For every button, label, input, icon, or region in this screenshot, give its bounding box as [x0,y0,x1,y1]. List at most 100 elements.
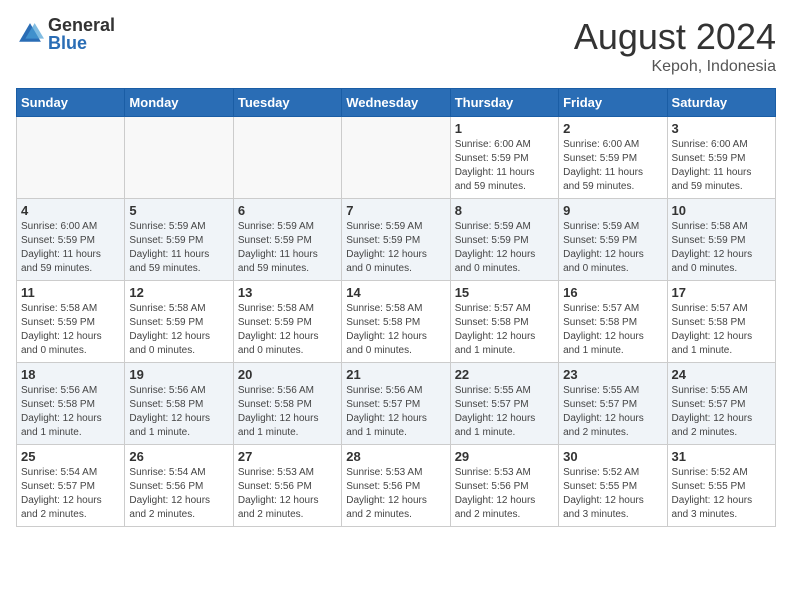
calendar-day-cell: 7 Sunrise: 5:59 AM Sunset: 5:59 PM Daylig… [342,199,450,281]
calendar-day-cell: 21Sunrise: 5:56 AM Sunset: 5:57 PM Dayli… [342,363,450,445]
month-title: August 2024 [574,16,776,58]
calendar-day-cell: 25 Sunrise: 5:54 AM Sunset: 5:57 PM Dayli… [17,445,125,527]
calendar-day-cell: 23Sunrise: 5:55 AM Sunset: 5:57 PM Dayli… [559,363,667,445]
logo-blue-text: Blue [48,34,115,52]
calendar-day-cell: 20 Sunrise: 5:56 AM Sunset: 5:58 PM Dayli… [233,363,341,445]
calendar-day-cell: 18 Sunrise: 5:56 AM Sunset: 5:58 PM Dayli… [17,363,125,445]
page-header: General Blue August 2024 Kepoh, Indonesi… [16,16,776,76]
calendar-day-cell: 30 Sunrise: 5:52 AM Sunset: 5:55 PM Dayli… [559,445,667,527]
day-number: 9 [563,203,662,218]
calendar-day-cell: 11 Sunrise: 5:58 AM Sunset: 5:59 PM Dayli… [17,281,125,363]
calendar-day-cell: 24 Sunrise: 5:55 AM Sunset: 5:57 PM Dayli… [667,363,775,445]
calendar-day-cell: 9Sunrise: 5:59 AM Sunset: 5:59 PM Daylig… [559,199,667,281]
calendar-week-row: 11 Sunrise: 5:58 AM Sunset: 5:59 PM Dayli… [17,281,776,363]
day-number: 10 [672,203,771,218]
weekday-header: Monday [125,89,233,117]
day-info: Sunrise: 5:58 AM Sunset: 5:59 PM Dayligh… [129,302,228,358]
day-info: Sunrise: 5:53 AM Sunset: 5:56 PM Dayligh… [455,466,554,522]
day-number: 7 [346,203,445,218]
calendar-day-cell: 10 Sunrise: 5:58 AM Sunset: 5:59 PM Dayli… [667,199,775,281]
day-info: Sunrise: 5:56 AM Sunset: 5:58 PM Dayligh… [21,384,120,440]
calendar-day-cell: 17 Sunrise: 5:57 AM Sunset: 5:58 PM Dayli… [667,281,775,363]
day-info: Sunrise: 5:58 AM Sunset: 5:59 PM Dayligh… [21,302,120,358]
day-info: Sunrise: 5:54 AM Sunset: 5:57 PM Dayligh… [21,466,120,522]
day-number: 4 [21,203,120,218]
day-number: 31 [672,449,771,464]
day-info: Sunrise: 5:56 AM Sunset: 5:58 PM Dayligh… [238,384,337,440]
day-number: 28 [346,449,445,464]
calendar-day-cell: 13Sunrise: 5:58 AM Sunset: 5:59 PM Dayli… [233,281,341,363]
day-info: Sunrise: 5:55 AM Sunset: 5:57 PM Dayligh… [563,384,662,440]
day-info: Sunrise: 5:57 AM Sunset: 5:58 PM Dayligh… [563,302,662,358]
calendar-day-cell: 3Sunrise: 6:00 AM Sunset: 5:59 PM Daylig… [667,117,775,199]
calendar-day-cell: 6 Sunrise: 5:59 AM Sunset: 5:59 PM Daylig… [233,199,341,281]
day-number: 19 [129,367,228,382]
weekday-header: Friday [559,89,667,117]
calendar-day-cell [233,117,341,199]
day-info: Sunrise: 5:56 AM Sunset: 5:58 PM Dayligh… [129,384,228,440]
day-number: 16 [563,285,662,300]
day-info: Sunrise: 5:57 AM Sunset: 5:58 PM Dayligh… [455,302,554,358]
day-number: 24 [672,367,771,382]
calendar-day-cell: 12Sunrise: 5:58 AM Sunset: 5:59 PM Dayli… [125,281,233,363]
calendar-day-cell: 4 Sunrise: 6:00 AM Sunset: 5:59 PM Daylig… [17,199,125,281]
day-number: 13 [238,285,337,300]
calendar-day-cell: 15 Sunrise: 5:57 AM Sunset: 5:58 PM Dayli… [450,281,558,363]
calendar-day-cell: 14 Sunrise: 5:58 AM Sunset: 5:58 PM Dayli… [342,281,450,363]
calendar-day-cell: 31 Sunrise: 5:52 AM Sunset: 5:55 PM Dayli… [667,445,775,527]
logo-general-text: General [48,16,115,34]
weekday-header: Wednesday [342,89,450,117]
day-number: 17 [672,285,771,300]
day-info: Sunrise: 5:59 AM Sunset: 5:59 PM Dayligh… [346,220,445,276]
calendar-day-cell: 5Sunrise: 5:59 AM Sunset: 5:59 PM Daylig… [125,199,233,281]
title-block: August 2024 Kepoh, Indonesia [574,16,776,76]
day-number: 27 [238,449,337,464]
calendar-day-cell: 8 Sunrise: 5:59 AM Sunset: 5:59 PM Daylig… [450,199,558,281]
day-info: Sunrise: 5:59 AM Sunset: 5:59 PM Dayligh… [238,220,337,276]
logo: General Blue [16,16,115,52]
day-info: Sunrise: 5:59 AM Sunset: 5:59 PM Dayligh… [455,220,554,276]
calendar-day-cell: 22Sunrise: 5:55 AM Sunset: 5:57 PM Dayli… [450,363,558,445]
day-info: Sunrise: 5:52 AM Sunset: 5:55 PM Dayligh… [672,466,771,522]
location: Kepoh, Indonesia [574,58,776,76]
calendar-day-cell: 28 Sunrise: 5:53 AM Sunset: 5:56 PM Dayli… [342,445,450,527]
day-info: Sunrise: 5:59 AM Sunset: 5:59 PM Dayligh… [129,220,228,276]
day-info: Sunrise: 5:53 AM Sunset: 5:56 PM Dayligh… [346,466,445,522]
day-info: Sunrise: 5:53 AM Sunset: 5:56 PM Dayligh… [238,466,337,522]
weekday-header: Saturday [667,89,775,117]
day-number: 30 [563,449,662,464]
day-info: Sunrise: 6:00 AM Sunset: 5:59 PM Dayligh… [21,220,120,276]
weekday-header: Tuesday [233,89,341,117]
calendar-day-cell: 16 Sunrise: 5:57 AM Sunset: 5:58 PM Dayli… [559,281,667,363]
weekday-header: Sunday [17,89,125,117]
day-info: Sunrise: 5:58 AM Sunset: 5:58 PM Dayligh… [346,302,445,358]
day-number: 22 [455,367,554,382]
day-number: 20 [238,367,337,382]
day-number: 14 [346,285,445,300]
day-number: 18 [21,367,120,382]
calendar-week-row: 25 Sunrise: 5:54 AM Sunset: 5:57 PM Dayli… [17,445,776,527]
calendar-week-row: 18 Sunrise: 5:56 AM Sunset: 5:58 PM Dayli… [17,363,776,445]
day-number: 25 [21,449,120,464]
day-info: Sunrise: 5:55 AM Sunset: 5:57 PM Dayligh… [672,384,771,440]
day-number: 8 [455,203,554,218]
day-number: 15 [455,285,554,300]
weekday-header-row: SundayMondayTuesdayWednesdayThursdayFrid… [17,89,776,117]
calendar-day-cell: 27 Sunrise: 5:53 AM Sunset: 5:56 PM Dayli… [233,445,341,527]
day-number: 21 [346,367,445,382]
day-info: Sunrise: 5:52 AM Sunset: 5:55 PM Dayligh… [563,466,662,522]
calendar-day-cell [342,117,450,199]
day-info: Sunrise: 5:54 AM Sunset: 5:56 PM Dayligh… [129,466,228,522]
day-number: 1 [455,121,554,136]
calendar-day-cell: 29Sunrise: 5:53 AM Sunset: 5:56 PM Dayli… [450,445,558,527]
day-number: 11 [21,285,120,300]
day-number: 6 [238,203,337,218]
day-info: Sunrise: 5:57 AM Sunset: 5:58 PM Dayligh… [672,302,771,358]
calendar-day-cell [125,117,233,199]
weekday-header: Thursday [450,89,558,117]
day-info: Sunrise: 5:58 AM Sunset: 5:59 PM Dayligh… [672,220,771,276]
day-number: 26 [129,449,228,464]
calendar-day-cell [17,117,125,199]
calendar-table: SundayMondayTuesdayWednesdayThursdayFrid… [16,88,776,527]
calendar-day-cell: 1Sunrise: 6:00 AM Sunset: 5:59 PM Daylig… [450,117,558,199]
